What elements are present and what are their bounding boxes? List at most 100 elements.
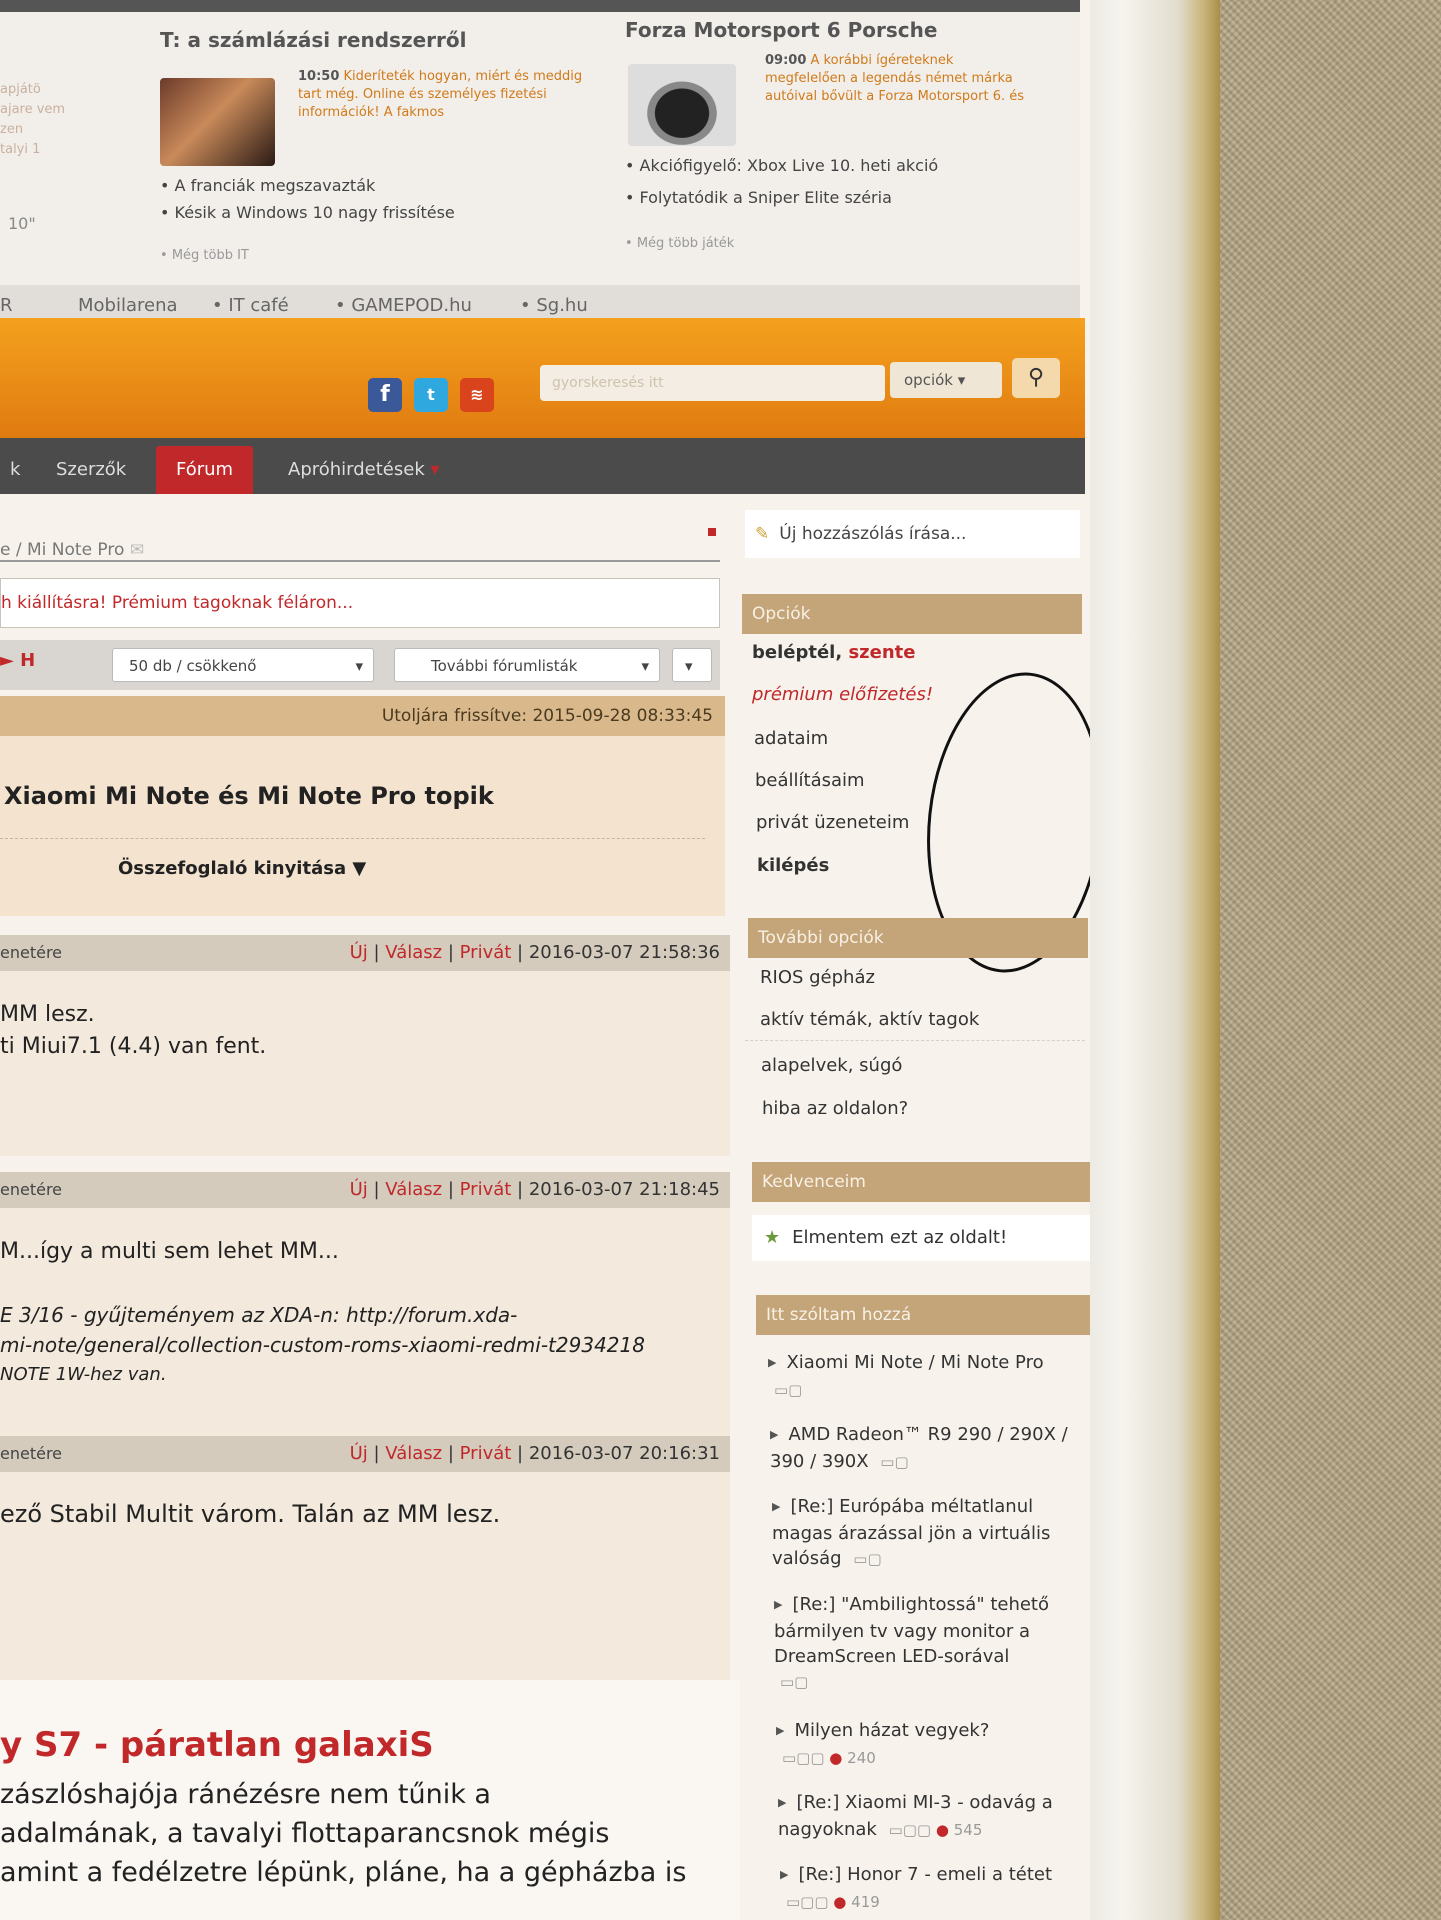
search-icon: ⚲ <box>1027 365 1045 390</box>
private-messages-link[interactable]: privát üzeneteim <box>756 812 909 833</box>
news-right-bullet[interactable]: • Akciófigyelő: Xbox Live 10. heti akció <box>625 156 938 175</box>
status-dot <box>708 528 716 536</box>
mail-icon: ✉ <box>129 540 145 560</box>
triangle-icon: ▶ <box>770 1428 779 1441</box>
xda-link[interactable]: E 3/16 - gyűjteményem az XDA-n: http://f… <box>0 1300 730 1330</box>
chevron-down-icon: ▾ <box>957 371 966 389</box>
thread-link[interactable]: ▶ [Re:] "Ambilightossá" tehető bármilyen … <box>774 1592 1079 1695</box>
new-link[interactable]: Új <box>350 1443 368 1464</box>
extra-dropdown[interactable]: ▾ <box>672 648 712 682</box>
new-post-button[interactable]: ✎ Új hozzászólás írása... <box>745 510 1080 558</box>
thread-link[interactable]: ▶ Milyen házat vegyek? ▭▢▢ ● 240 <box>776 1718 1081 1771</box>
new-link[interactable]: Új <box>350 1179 368 1200</box>
news-left-bullet[interactable]: • Késik a Windows 10 nagy frissítése <box>160 203 455 222</box>
more-forum-lists-select[interactable]: További fórumlisták ▾ <box>394 648 660 682</box>
reply-link[interactable]: Válasz <box>385 1179 442 1200</box>
rss-icon[interactable]: ≋ <box>460 378 494 412</box>
site-link-itcafe[interactable]: • IT café <box>212 295 289 316</box>
post-author[interactable]: enetére <box>0 1444 62 1463</box>
post-header: enetére Új | Válasz | Privát | 2016-03-0… <box>0 1436 730 1472</box>
rios-link[interactable]: RIOS gépház <box>760 967 875 988</box>
settings-link[interactable]: beállításaim <box>755 770 865 791</box>
reply-link[interactable]: Válasz <box>385 1443 442 1464</box>
per-page-select[interactable]: 50 db / csökkenő ▾ <box>112 648 374 682</box>
post-header: enetére Új | Válasz | Privát | 2016-03-0… <box>0 935 730 971</box>
new-link[interactable]: Új <box>350 942 368 963</box>
divider <box>0 560 720 562</box>
thread-link[interactable]: ▶ [Re:] Honor 7 - emeli a tétet ▭▢▢ ● 419 <box>780 1862 1085 1915</box>
tab-forum[interactable]: Fórum <box>156 446 254 494</box>
site-link[interactable]: R <box>0 295 13 316</box>
site-link-mobilarena[interactable]: Mobilarena <box>78 295 178 316</box>
triangle-icon: ▶ <box>772 1500 781 1513</box>
article-title[interactable]: y S7 - páratlan galaxiS <box>0 1725 434 1765</box>
thread-icons: ▭▢ <box>774 1381 803 1399</box>
thread-link[interactable]: ▶ AMD Radeon™ R9 290 / 290X / 390 / 390X … <box>770 1422 1075 1475</box>
tab-aprohirdetesek[interactable]: Apróhirdetések ▾ <box>268 446 460 494</box>
promo-banner[interactable]: h kiállításra! Prémium tagoknak féláron.… <box>0 578 720 628</box>
tablet-frame <box>1080 0 1220 1920</box>
private-link[interactable]: Privát <box>460 942 512 963</box>
topic-title: Xiaomi Mi Note és Mi Note Pro topik <box>4 782 494 810</box>
post-actions: Új | Válasz | Privát | 2016-03-07 21:58:… <box>349 942 720 963</box>
options-heading: Opciók <box>742 594 1082 634</box>
news-left-more-link[interactable]: • Még több IT <box>160 248 249 263</box>
search-input[interactable]: gyorskeresés itt <box>540 365 885 401</box>
post-time: 2016-03-07 20:16:31 <box>528 1443 720 1464</box>
thread-icons: ▭▢▢ ● 240 <box>782 1749 876 1767</box>
pager-last-icon[interactable]: ► H <box>0 650 35 671</box>
tab-partial[interactable]: k <box>0 446 40 494</box>
help-link[interactable]: alapelvek, súgó <box>761 1055 902 1076</box>
news-left-bullet[interactable]: • A franciák megszavazták <box>160 176 375 195</box>
thread-icons: ▭▢ <box>780 1673 809 1691</box>
thread-icons: ▭▢▢ ● 545 <box>888 1821 983 1839</box>
thread-link[interactable]: ▶ Xiaomi Mi Note / Mi Note Pro ▭▢ <box>768 1350 1073 1403</box>
username-link[interactable]: szente <box>848 642 915 663</box>
news-right-heading[interactable]: Forza Motorsport 6 Porsche <box>625 18 937 42</box>
tab-szerzok[interactable]: Szerzők <box>36 446 146 494</box>
chevron-down-icon: ▾ <box>641 657 649 675</box>
search-options-dropdown[interactable]: opciók ▾ <box>890 362 1002 398</box>
search-button[interactable]: ⚲ <box>1012 358 1060 398</box>
twitter-icon[interactable]: t <box>414 378 448 412</box>
reply-link[interactable]: Válasz <box>385 942 442 963</box>
summary-toggle[interactable]: Összefoglaló kinyitása ▼ <box>118 858 366 879</box>
private-link[interactable]: Privát <box>460 1443 512 1464</box>
my-data-link[interactable]: adataim <box>754 728 828 749</box>
active-topics-link[interactable]: aktív témák, aktív tagok <box>760 1009 979 1030</box>
site-link-gamepod[interactable]: • GAMEPOD.hu <box>335 295 472 316</box>
triangle-icon: ▶ <box>780 1868 789 1881</box>
pencil-icon: ✎ <box>755 524 770 544</box>
xda-link[interactable]: mi-note/general/collection-custom-roms-x… <box>0 1330 730 1360</box>
post-body: ező Stabil Multit várom. Talán az MM les… <box>0 1472 730 1680</box>
forum-controls: ► H 50 db / csökkenő ▾ További fórumlistá… <box>0 640 720 690</box>
post-author[interactable]: enetére <box>0 943 62 962</box>
chevron-down-icon: ▾ <box>685 657 693 675</box>
news-left-thumbnail[interactable] <box>160 78 275 166</box>
news-right-more-link[interactable]: • Még több játék <box>625 236 734 251</box>
thread-link[interactable]: ▶ [Re:] Európába méltatlanul magas árazás… <box>772 1494 1077 1572</box>
facebook-icon[interactable]: f <box>368 378 402 412</box>
private-link[interactable]: Privát <box>460 1179 512 1200</box>
post-body: MM lesz. ti Miui7.1 (4.4) van fent. <box>0 971 730 1156</box>
news-left-side-text: apjátö ajare vem zen talyi 1 <box>0 82 66 157</box>
tablet-screen: T: a számlázási rendszerről apjátö ajare… <box>0 0 1090 1920</box>
thread-icons: ▭▢ <box>853 1550 882 1568</box>
report-error-link[interactable]: hiba az oldalon? <box>762 1098 908 1119</box>
topic-box <box>0 736 725 916</box>
thread-icons: ▭▢▢ ● 419 <box>786 1893 880 1911</box>
divider <box>0 838 705 839</box>
site-link-sg[interactable]: • Sg.hu <box>520 295 588 316</box>
news-left-heading[interactable]: T: a számlázási rendszerről <box>160 28 466 52</box>
news-right-thumbnail[interactable] <box>628 64 736 146</box>
post-actions: Új | Válasz | Privát | 2016-03-07 20:16:… <box>349 1443 720 1464</box>
save-page-button[interactable]: ★ Elmentem ezt az oldalt! <box>752 1215 1090 1261</box>
news-right-bullet[interactable]: • Folytatódik a Sniper Elite széria <box>625 188 892 207</box>
breadcrumb[interactable]: e / Mi Note Pro ✉ <box>0 540 144 560</box>
post-author[interactable]: enetére <box>0 1180 62 1199</box>
premium-link[interactable]: prémium előfizetés! <box>752 684 933 705</box>
logout-link[interactable]: kilépés <box>757 855 829 876</box>
thread-link[interactable]: ▶ [Re:] Xiaomi MI-3 - odavág a nagyoknak … <box>778 1790 1083 1843</box>
chevron-down-icon: ▾ <box>430 459 440 480</box>
news-edge-text: 10" <box>8 214 36 233</box>
